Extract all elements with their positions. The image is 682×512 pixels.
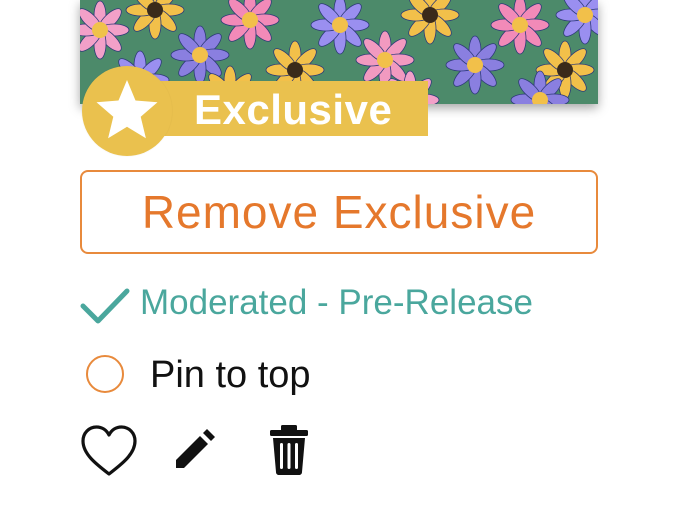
flower-center xyxy=(147,2,163,18)
trash-icon[interactable] xyxy=(268,424,310,476)
action-bar xyxy=(80,420,340,480)
pencil-icon[interactable] xyxy=(172,424,220,472)
post-card: Exclusive Remove Exclusive Moderated - P… xyxy=(0,0,682,512)
exclusive-badge: Exclusive xyxy=(82,66,432,156)
check-icon xyxy=(80,288,130,324)
moderation-status-text: Moderated - Pre-Release xyxy=(140,283,533,322)
flower-center xyxy=(577,7,593,23)
moderation-status: Moderated - Pre-Release xyxy=(80,278,640,330)
flower-center xyxy=(192,47,208,63)
flower-center xyxy=(422,7,438,23)
remove-exclusive-button[interactable]: Remove Exclusive xyxy=(80,170,598,254)
flower-center xyxy=(557,62,573,78)
flower-center xyxy=(467,57,483,73)
flower-center xyxy=(242,12,258,28)
pin-to-top-option[interactable]: Pin to top xyxy=(86,352,406,402)
badge-label: Exclusive xyxy=(194,86,393,133)
heart-icon[interactable] xyxy=(80,424,138,478)
pin-radio-button[interactable] xyxy=(86,355,124,393)
flower-center xyxy=(332,17,348,33)
badge-medal xyxy=(82,66,172,156)
flower-center xyxy=(512,17,528,33)
star-icon xyxy=(96,80,158,139)
flower-center xyxy=(92,22,108,38)
pin-label: Pin to top xyxy=(150,354,311,396)
